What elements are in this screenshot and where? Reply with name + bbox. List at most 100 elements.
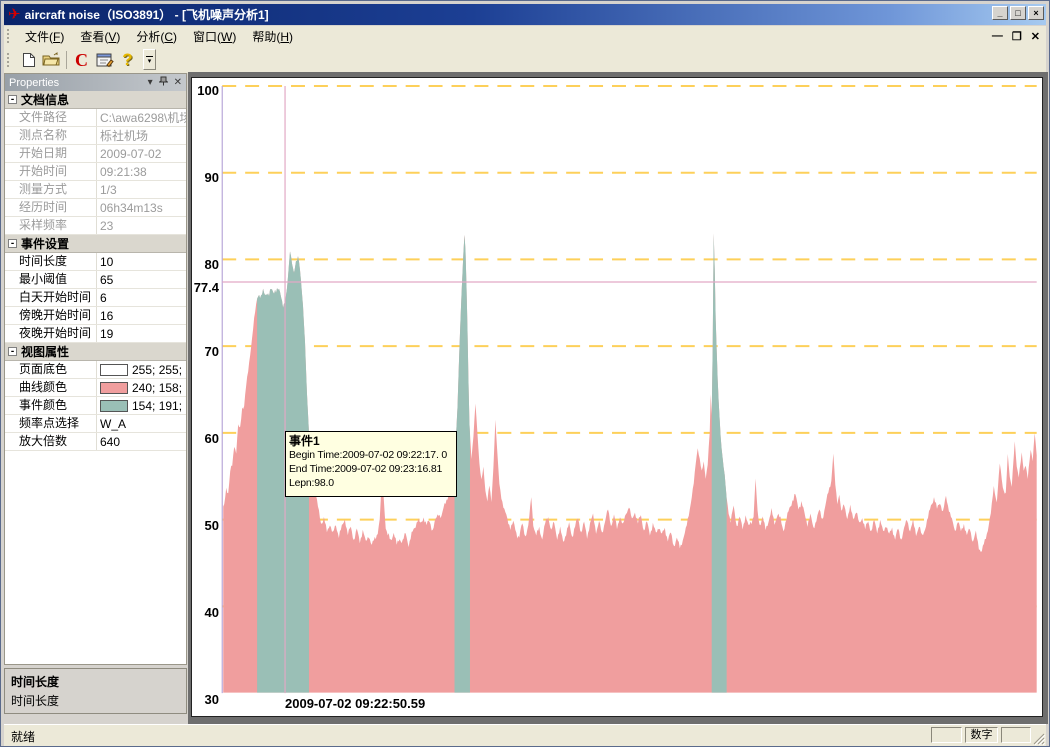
- toolbar-overflow-button[interactable]: ▾: [143, 49, 156, 70]
- property-value[interactable]: W_A: [97, 415, 186, 432]
- property-value[interactable]: 16: [97, 307, 186, 324]
- mdi-restore-icon[interactable]: ❐: [1012, 30, 1022, 43]
- section-header: -文档信息: [5, 91, 186, 109]
- property-row: 开始日期2009-07-02: [5, 145, 186, 163]
- property-row: 事件颜色154; 191; 182: [5, 397, 186, 415]
- help-icon: ?: [122, 51, 132, 68]
- status-panel-mode: 数字: [965, 727, 998, 743]
- open-file-button[interactable]: [40, 49, 63, 71]
- property-value[interactable]: 10: [97, 253, 186, 270]
- menu-item-f[interactable]: 文件(F): [17, 28, 72, 46]
- section-header: -事件设置: [5, 235, 186, 253]
- event-begin-time: Begin Time:2009-07-02 09:22:17. 0: [289, 448, 453, 462]
- toolbar-grip[interactable]: [7, 53, 12, 67]
- collapse-icon[interactable]: -: [8, 347, 17, 356]
- chart-frame: 1009080706050403077.4 2009-07-02 09:22:5…: [188, 72, 1048, 724]
- y-tick-label: 100: [191, 84, 219, 98]
- property-value[interactable]: 06h34m13s: [97, 199, 186, 216]
- status-ready-text: 就绪: [11, 728, 35, 745]
- application-window: { "window": { "title": "aircraft noise（I…: [0, 0, 1050, 747]
- color-swatch[interactable]: [100, 400, 128, 412]
- x-axis-time-label: 2009-07-02 09:22:50.59: [285, 696, 425, 711]
- property-row: 傍晚开始时间16: [5, 307, 186, 325]
- new-document-button[interactable]: [17, 49, 40, 71]
- property-label: 采样频率: [5, 217, 97, 234]
- collapse-icon[interactable]: -: [8, 239, 17, 248]
- property-label: 事件颜色: [5, 397, 97, 414]
- property-label: 白天开始时间: [5, 289, 97, 306]
- property-label: 测点名称: [5, 127, 97, 144]
- property-label: 时间长度: [5, 253, 97, 270]
- color-swatch[interactable]: [100, 382, 128, 394]
- event-tooltip-title: 事件1: [289, 434, 453, 448]
- collapse-icon[interactable]: -: [8, 95, 17, 104]
- menu-grip[interactable]: [7, 29, 12, 43]
- y-tick-label: 70: [191, 345, 219, 359]
- property-label: 文件路径: [5, 109, 97, 126]
- property-value[interactable]: 65: [97, 271, 186, 288]
- property-row: 白天开始时间6: [5, 289, 186, 307]
- property-value[interactable]: 255; 255; 255: [97, 361, 186, 378]
- property-row: 文件路径C:\awa6298\机场: [5, 109, 186, 127]
- properties-panel: Properties ▾ ✕ -文档信息文件路径C:\awa6298\机场测点名…: [4, 73, 187, 665]
- property-description-text: 时间长度: [11, 692, 180, 709]
- status-panel-1: [931, 727, 962, 743]
- property-row: 曲线颜色240; 158; 158: [5, 379, 186, 397]
- title-bar[interactable]: ✈ aircraft noise（ISO3891） - [飞机噪声分析1] _ …: [4, 4, 1046, 25]
- y-tick-label: 90: [191, 171, 219, 185]
- property-value[interactable]: 23: [97, 217, 186, 234]
- y-tick-label: 77.4: [191, 281, 219, 295]
- property-description-title: 时间长度: [11, 673, 180, 690]
- property-value[interactable]: 240; 158; 158: [97, 379, 186, 396]
- resize-grip[interactable]: [1032, 732, 1045, 745]
- menu-item-w[interactable]: 窗口(W): [185, 28, 244, 46]
- help-button[interactable]: ?: [116, 49, 139, 71]
- toolbar-separator: [66, 51, 67, 69]
- properties-panel-header[interactable]: Properties ▾ ✕: [5, 74, 186, 91]
- property-value[interactable]: 09:21:38: [97, 163, 186, 180]
- property-row: 经历时间06h34m13s: [5, 199, 186, 217]
- close-icon[interactable]: ✕: [174, 78, 182, 88]
- noise-level-chart[interactable]: [192, 78, 1042, 716]
- y-tick-label: 80: [191, 258, 219, 272]
- menu-item-v[interactable]: 查看(V): [72, 28, 128, 46]
- section-title: 视图属性: [21, 343, 69, 360]
- property-value[interactable]: 640: [97, 433, 186, 450]
- property-value[interactable]: 1/3: [97, 181, 186, 198]
- event-tooltip: 事件1 Begin Time:2009-07-02 09:22:17. 0 En…: [285, 431, 457, 497]
- property-value[interactable]: C:\awa6298\机场: [97, 109, 186, 126]
- property-label: 页面底色: [5, 361, 97, 378]
- section-header: -视图属性: [5, 343, 186, 361]
- menu-item-c[interactable]: 分析(C): [128, 28, 185, 46]
- color-swatch[interactable]: [100, 364, 128, 376]
- properties-panel-title: Properties: [9, 77, 59, 89]
- new-document-icon: [22, 52, 36, 68]
- property-label: 测量方式: [5, 181, 97, 198]
- chart-canvas[interactable]: 1009080706050403077.4 2009-07-02 09:22:5…: [191, 77, 1043, 717]
- property-row: 频率点选择W_A: [5, 415, 186, 433]
- mdi-close-icon[interactable]: ✕: [1031, 30, 1040, 43]
- menu-item-h[interactable]: 帮助(H): [244, 28, 301, 46]
- c-weighting-button[interactable]: C: [70, 49, 93, 71]
- section-title: 文档信息: [21, 91, 69, 108]
- property-value[interactable]: 栎社机场: [97, 127, 186, 144]
- property-row: 最小阈值65: [5, 271, 186, 289]
- properties-button[interactable]: [93, 49, 116, 71]
- toolbar: C ? ▾: [4, 46, 1046, 74]
- property-value[interactable]: 6: [97, 289, 186, 306]
- property-label: 曲线颜色: [5, 379, 97, 396]
- minimize-button[interactable]: _: [992, 6, 1008, 20]
- property-value[interactable]: 19: [97, 325, 186, 342]
- maximize-button[interactable]: □: [1010, 6, 1026, 20]
- chevron-down-icon[interactable]: ▾: [148, 78, 153, 88]
- menu-bar: 文件(F)查看(V)分析(C)窗口(W)帮助(H) — ❐ ✕: [4, 26, 1046, 46]
- close-button[interactable]: ×: [1028, 6, 1044, 20]
- airplane-icon: ✈: [8, 7, 21, 22]
- mdi-minimize-icon[interactable]: —: [992, 30, 1003, 42]
- property-value[interactable]: 154; 191; 182: [97, 397, 186, 414]
- property-value[interactable]: 2009-07-02: [97, 145, 186, 162]
- event-band-2: [455, 86, 470, 693]
- property-row: 放大倍数640: [5, 433, 186, 451]
- pin-icon[interactable]: [159, 76, 168, 89]
- property-row: 页面底色255; 255; 255: [5, 361, 186, 379]
